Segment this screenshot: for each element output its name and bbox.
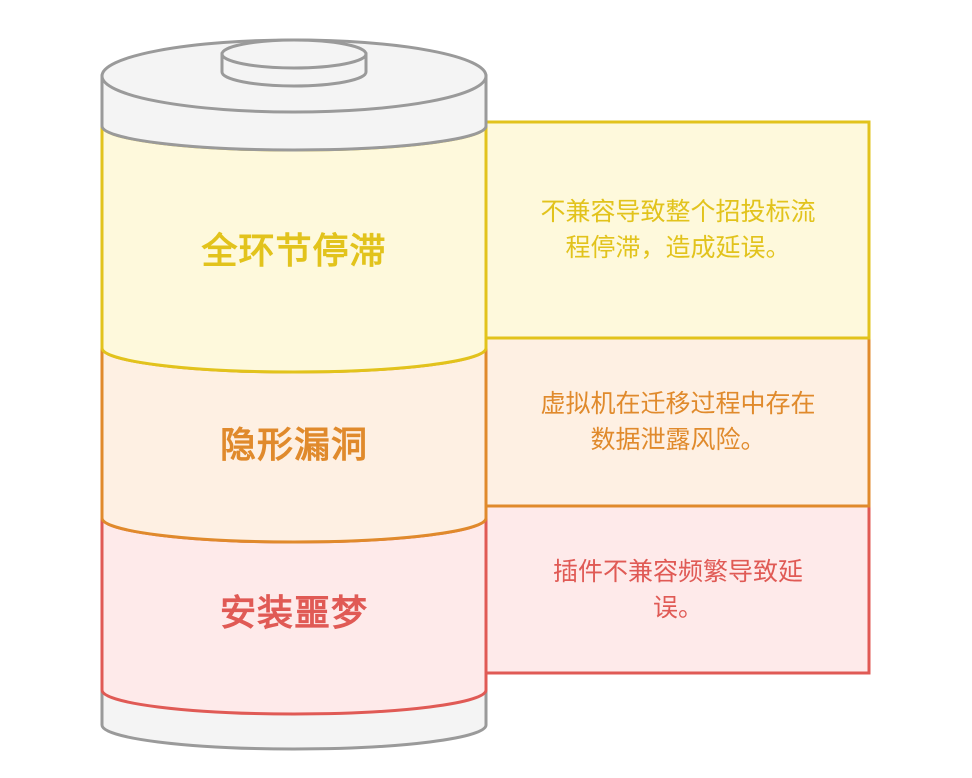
- segment-title-leak: 隐形漏洞: [219, 425, 368, 466]
- description-text-stall: 不兼容导致整个招投标流程停滞，造成延误。: [540, 197, 816, 262]
- description-stall: 不兼容导致整个招投标流程停滞，造成延误。: [488, 124, 868, 336]
- segment-title-stall: 全环节停滞: [201, 231, 387, 272]
- description-text-leak: 虚拟机在迁移过程中存在数据泄露风险。: [540, 389, 816, 454]
- segment-title-install: 安装噩梦: [219, 593, 368, 634]
- description-install: 插件不兼容频繁导致延误。: [488, 508, 868, 671]
- description-leak: 虚拟机在迁移过程中存在数据泄露风险。: [488, 340, 868, 504]
- description-text-install: 插件不兼容频繁导致延误。: [552, 556, 803, 622]
- battery-terminal-top: [220, 38, 368, 70]
